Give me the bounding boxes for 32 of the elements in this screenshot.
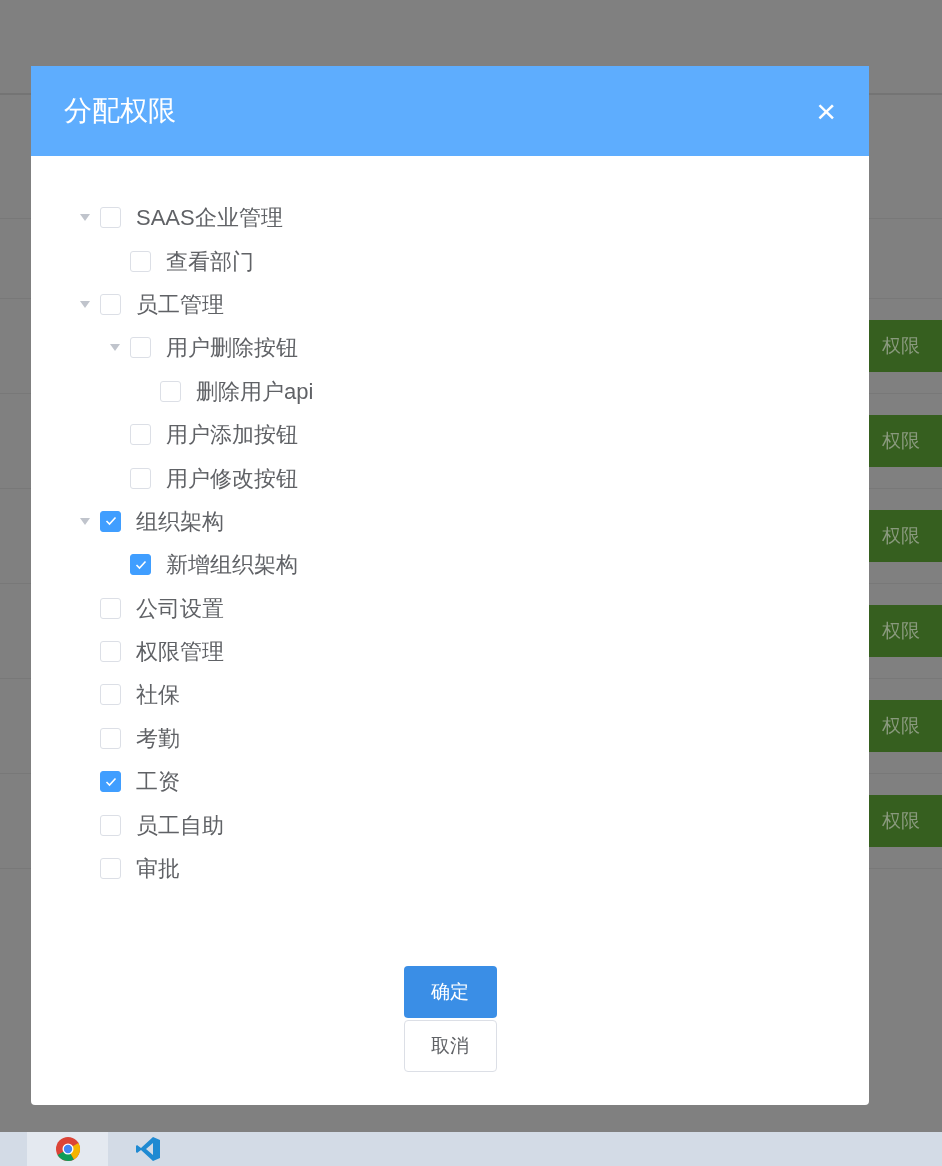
checkmark-icon [104, 516, 117, 527]
checkmark-icon [104, 776, 117, 787]
caret-icon[interactable] [80, 214, 90, 222]
tree-node-label[interactable]: 审批 [136, 852, 180, 886]
tree-node-label[interactable]: 工资 [136, 765, 180, 799]
browser-taskbar-item[interactable] [27, 1132, 108, 1166]
tree-node-label[interactable]: 考勤 [136, 721, 180, 755]
confirm-button[interactable]: 确定 [403, 966, 497, 1018]
checkbox[interactable] [100, 771, 121, 793]
tree-node-label[interactable]: 删除用户api [196, 374, 314, 408]
checkbox[interactable] [100, 510, 121, 532]
tree-node-label[interactable]: 用户修改按钮 [166, 461, 298, 495]
cancel-button[interactable]: 取消 [403, 1020, 497, 1072]
caret-icon[interactable] [80, 300, 90, 308]
tree-node-label[interactable]: SAAS企业管理 [136, 201, 283, 235]
tree-node-label[interactable]: 员工自助 [136, 808, 224, 842]
tree-node-label[interactable]: 用户添加按钮 [166, 418, 298, 452]
tree-node-label[interactable]: 组织架构 [136, 504, 224, 538]
tree-node-label[interactable]: 查看部门 [166, 244, 254, 278]
browser-icon [54, 1136, 81, 1162]
tree-node-label[interactable]: 员工管理 [136, 287, 224, 321]
caret-icon[interactable] [110, 344, 120, 352]
tree-node-label[interactable]: 公司设置 [136, 591, 224, 625]
tree-node-label[interactable]: 新增组织架构 [166, 548, 298, 582]
checkbox[interactable] [130, 554, 151, 576]
caret-icon[interactable] [80, 517, 90, 525]
tree-node-label[interactable]: 用户删除按钮 [166, 331, 298, 365]
tree-node-label[interactable]: 权限管理 [136, 635, 224, 669]
tree-node-label[interactable]: 社保 [136, 678, 180, 712]
checkmark-icon [134, 559, 147, 570]
dialog-title: 分配权限 [64, 94, 176, 128]
editor-icon [135, 1136, 161, 1162]
